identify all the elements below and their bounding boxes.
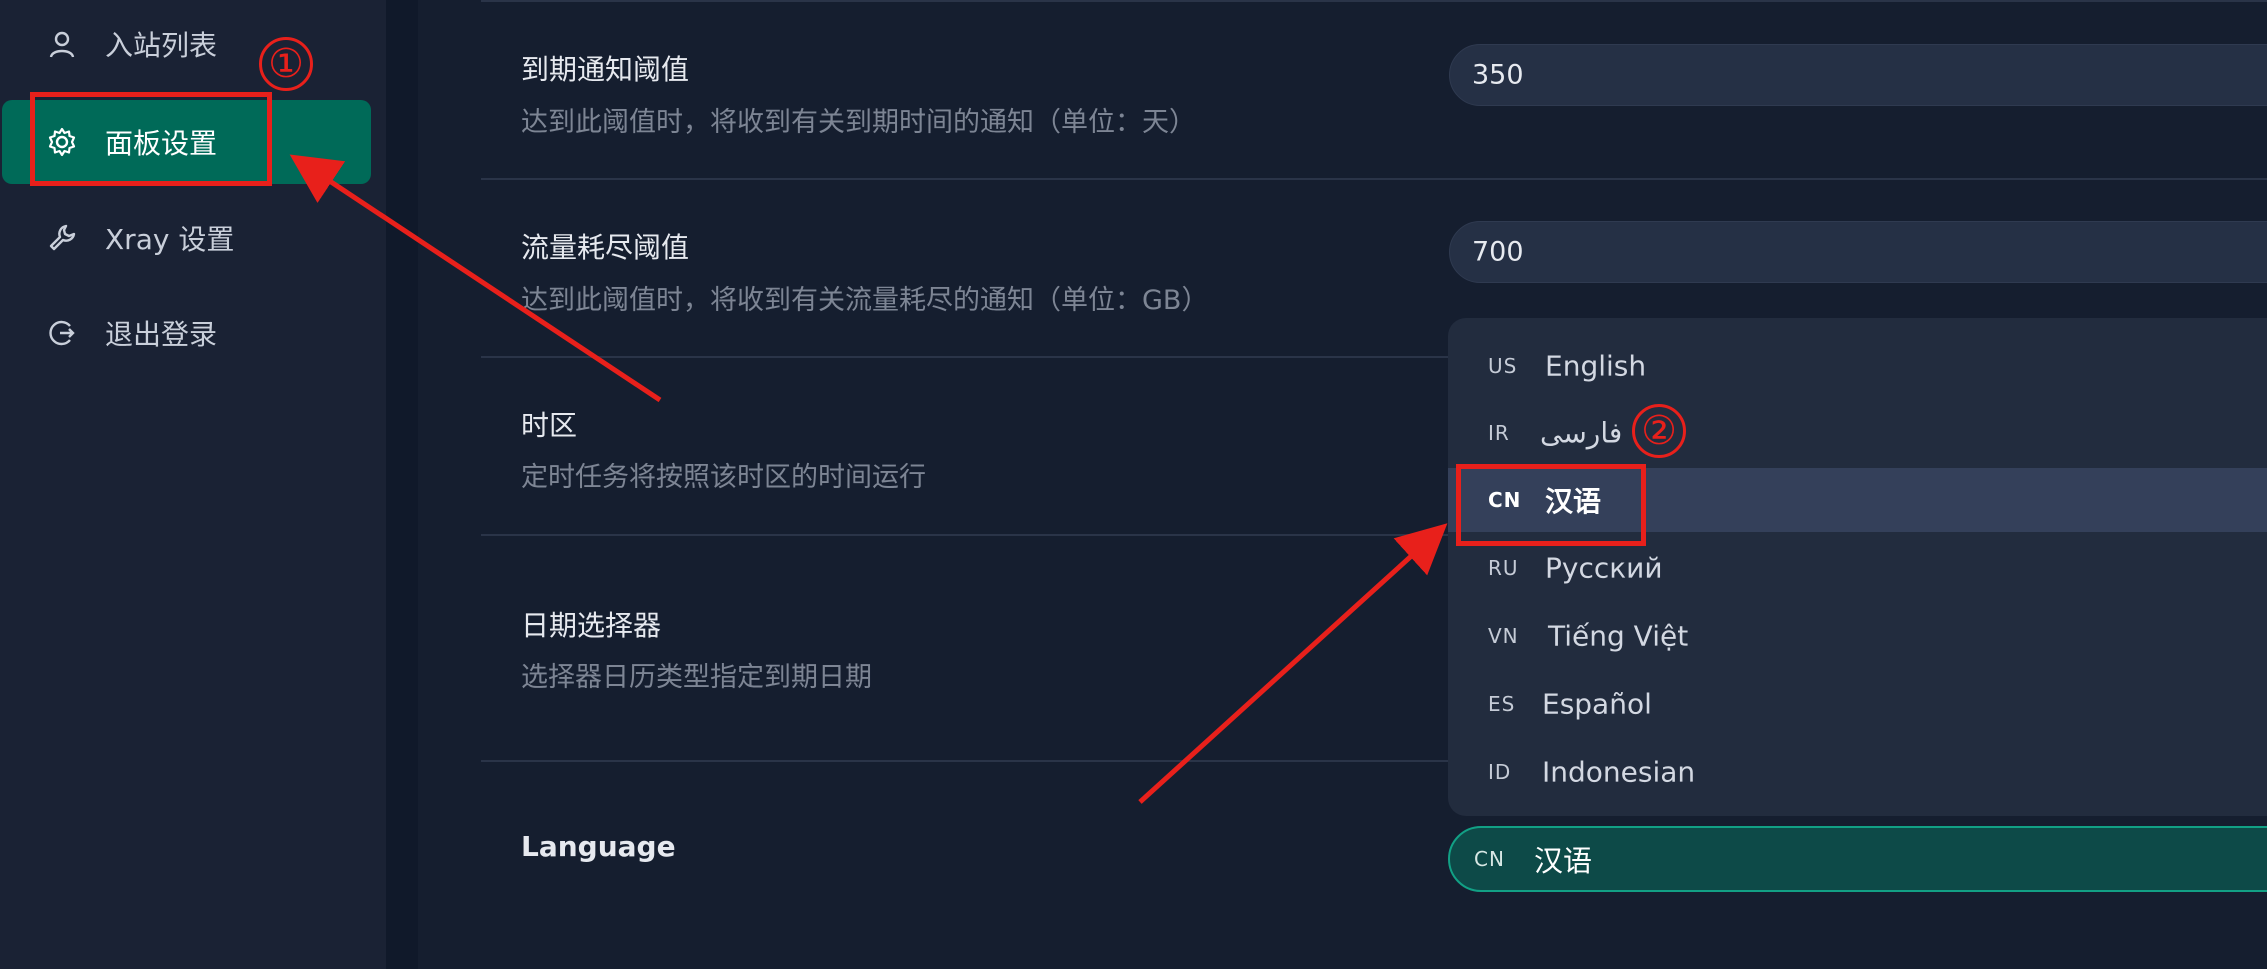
setting-description: 定时任务将按照该时区的时间运行 xyxy=(521,462,926,493)
user-icon xyxy=(46,28,78,60)
setting-description: 达到此阈值时，将收到有关流量耗尽的通知（单位：GB） xyxy=(521,285,1209,316)
setting-title: 时区 xyxy=(521,409,578,442)
logout-icon xyxy=(46,317,78,349)
flag-code: ID xyxy=(1488,760,1512,784)
annotation-step-number: ① xyxy=(259,37,313,91)
setting-title: Language xyxy=(521,830,676,863)
language-name: Русский xyxy=(1545,551,1663,585)
input-value: 700 xyxy=(1472,236,1524,268)
setting-description: 选择器日历类型指定到期日期 xyxy=(521,662,872,693)
sidebar-item-label: 入站列表 xyxy=(105,29,218,62)
wrench-icon xyxy=(46,222,78,254)
sidebar-item-inbounds[interactable]: 入站列表 xyxy=(0,2,372,86)
setting-title: 日期选择器 xyxy=(521,609,662,642)
sidebar-divider xyxy=(386,0,418,969)
annotation-highlight-box xyxy=(1456,464,1646,546)
traffic-threshold-input[interactable]: 700 xyxy=(1449,221,2267,283)
sidebar-item-label: 退出登录 xyxy=(105,318,218,351)
language-option-vn[interactable]: VN Tiếng Việt xyxy=(1448,604,2267,668)
setting-description: 达到此阈值时，将收到有关到期时间的通知（单位：天） xyxy=(521,107,1196,138)
sidebar-item-logout[interactable]: 退出登录 xyxy=(0,291,372,375)
language-select[interactable]: CN 汉语 xyxy=(1448,826,2267,892)
flag-code: ES xyxy=(1488,692,1516,716)
language-name: English xyxy=(1545,349,1647,383)
language-name: فارسی xyxy=(1540,416,1623,450)
language-option-us[interactable]: US English xyxy=(1448,334,2267,398)
flag-code: US xyxy=(1488,354,1518,378)
sidebar-item-xray-settings[interactable]: Xray 设置 xyxy=(0,196,372,280)
sidebar-item-label: Xray 设置 xyxy=(105,223,235,256)
annotation-step-number: ② xyxy=(1632,404,1686,458)
language-name: Indonesian xyxy=(1542,755,1696,789)
language-name: Español xyxy=(1542,687,1652,721)
flag-code: VN xyxy=(1488,624,1519,648)
annotation-highlight-box xyxy=(30,92,272,186)
language-option-ir[interactable]: IR فارسی xyxy=(1448,401,2267,465)
setting-title: 流量耗尽阈值 xyxy=(521,231,690,264)
language-select-value: 汉语 xyxy=(1534,844,1593,878)
flag-code: CN xyxy=(1474,847,1505,871)
flag-code: IR xyxy=(1488,421,1510,445)
input-value: 350 xyxy=(1472,59,1524,91)
language-name: Tiếng Việt xyxy=(1548,619,1689,653)
flag-code: RU xyxy=(1488,556,1519,580)
expiry-threshold-input[interactable]: 350 xyxy=(1449,44,2267,106)
language-dropdown-menu: US English IR فارسی CN 汉语 RU Русский VN … xyxy=(1448,318,2267,816)
setting-title: 到期通知阈值 xyxy=(521,53,690,86)
language-option-es[interactable]: ES Español xyxy=(1448,672,2267,736)
language-option-id[interactable]: ID Indonesian xyxy=(1448,740,2267,804)
